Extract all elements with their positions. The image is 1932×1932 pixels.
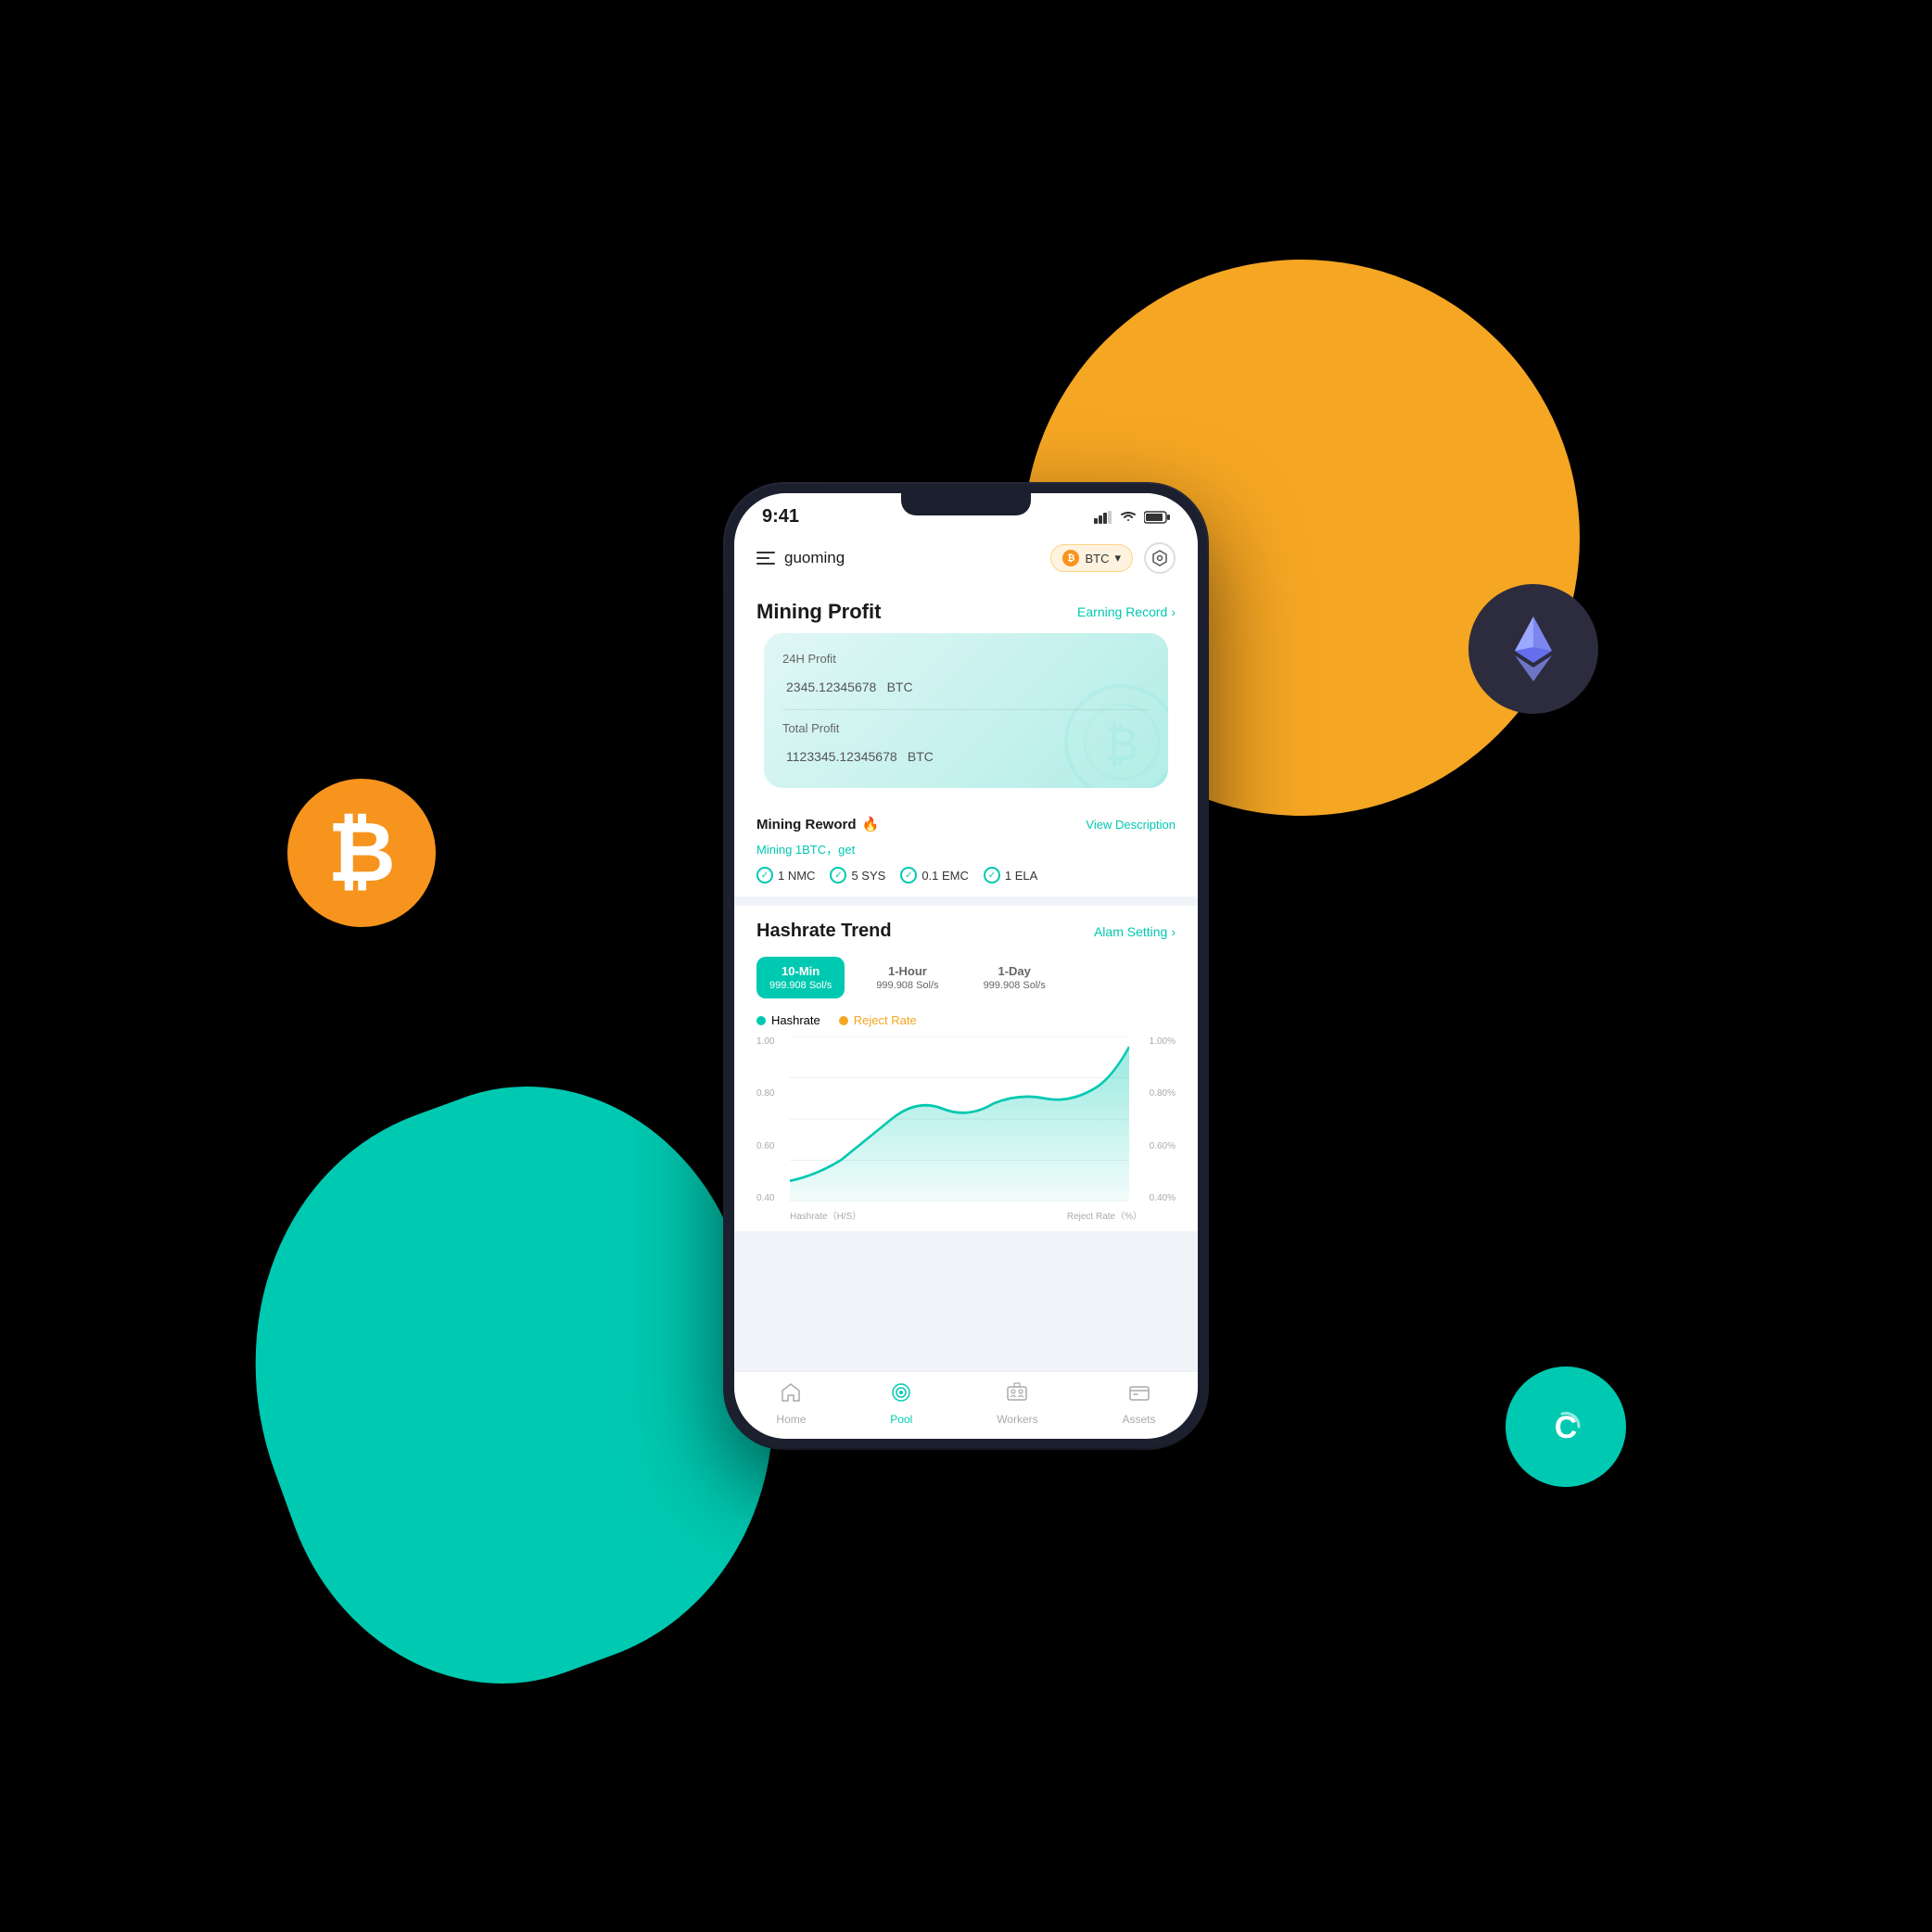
menu-icon[interactable] [756,552,775,565]
reward-ela-label: 1 ELA [1005,869,1037,883]
app-header: guoming ₿ BTC ▾ [734,533,1198,585]
tab-1day[interactable]: 1-Day 999.908 Sol/s [971,957,1059,998]
username-label: guoming [784,549,845,567]
c-icon-svg: C [1538,1399,1594,1455]
chart-area: 1.00 0.80 0.60 0.40 1.00% 0.80% 0.60% 0.… [756,1036,1176,1222]
status-icons [1094,511,1170,524]
signal-icon [1094,511,1112,524]
currency-badge[interactable]: ₿ BTC ▾ [1050,544,1133,572]
reward-item-sys: ✓ 5 SYS [830,867,885,883]
section-separator [734,896,1198,906]
header-left: guoming [756,549,845,567]
legend-reject-rate: Reject Rate [839,1013,917,1027]
legend-reject-rate-dot [839,1016,848,1025]
earning-record-label: Earning Record [1077,604,1167,619]
ethereum-coin [1468,584,1598,714]
hashrate-area [790,1047,1129,1201]
nav-workers[interactable]: Workers [997,1381,1037,1426]
bottom-nav: Home Pool [734,1371,1198,1439]
check-icon-sys: ✓ [830,867,846,883]
alarm-setting-label: Alam Setting [1094,924,1167,939]
reward-section: Mining Reword 🔥 View Description Mining … [734,803,1198,896]
reward-nmc-label: 1 NMC [778,869,815,883]
pool-icon [890,1381,912,1409]
profit-24h-label: 24H Profit [782,652,1150,666]
bitcoin-symbol: ₿ [327,806,395,901]
btc-dot-icon: ₿ [1062,550,1079,566]
hexagon-settings-icon [1151,550,1168,566]
reward-item-ela: ✓ 1 ELA [984,867,1037,883]
reward-subtitle: Mining 1BTC，get [756,840,1176,858]
workers-icon [1006,1381,1028,1409]
view-description-link[interactable]: View Description [1086,818,1176,832]
tab-10min-value: 999.908 Sol/s [769,980,832,991]
alarm-setting-chevron: › [1171,924,1176,939]
chart-y-axis-right: 1.00% 0.80% 0.60% 0.40% [1150,1036,1176,1222]
phone: 9:41 [725,484,1207,1448]
legend-hashrate-dot [756,1016,766,1025]
profit-card-bg-icon: ₿ [1057,677,1168,788]
assets-icon [1128,1381,1150,1409]
check-icon-ela: ✓ [984,867,1000,883]
hashrate-header: Hashrate Trend Alam Setting › [756,921,1176,942]
chart-svg [790,1036,1129,1201]
reward-items: ✓ 1 NMC ✓ 5 SYS ✓ 0.1 EMC ✓ [756,867,1176,883]
reward-header: Mining Reword 🔥 View Description [756,816,1176,833]
wifi-icon [1120,511,1137,524]
ethereum-icon [1506,612,1561,686]
tab-1hour-label: 1-Hour [876,964,938,978]
hashrate-section: Hashrate Trend Alam Setting › 10-Min 999… [734,906,1198,1222]
tab-1day-value: 999.908 Sol/s [984,980,1046,991]
header-right: ₿ BTC ▾ [1050,542,1176,574]
tab-10min-label: 10-Min [769,964,832,978]
scroll-content[interactable]: Mining Profit Earning Record › ₿ [734,585,1198,1371]
status-time: 9:41 [762,506,799,527]
nav-home-label: Home [776,1413,806,1426]
home-icon [780,1381,802,1409]
currency-chevron: ▾ [1114,551,1121,566]
nav-pool-label: Pool [890,1413,912,1426]
tab-10min[interactable]: 10-Min 999.908 Sol/s [756,957,845,998]
reward-item-nmc: ✓ 1 NMC [756,867,815,883]
reward-emc-label: 0.1 EMC [922,869,969,883]
settings-button[interactable] [1144,542,1176,574]
earning-record-chevron: › [1171,604,1176,619]
nav-assets-label: Assets [1123,1413,1156,1426]
chart-y-axis-left: 1.00 0.80 0.60 0.40 [756,1036,774,1222]
currency-label: BTC [1085,552,1109,566]
battery-icon [1144,511,1170,524]
fire-emoji: 🔥 [862,816,880,833]
nav-home[interactable]: Home [776,1381,806,1426]
chart-x-label-reject: Reject Rate（%） [1067,1208,1142,1222]
mining-profit-title: Mining Profit [756,600,881,624]
legend-reject-rate-label: Reject Rate [854,1013,917,1027]
bitcoin-coin: ₿ [287,779,436,927]
phone-screen: 9:41 [734,493,1198,1439]
chart-legend: Hashrate Reject Rate [756,1013,1176,1027]
chart-x-label-hashrate: Hashrate（H/S） [790,1208,861,1222]
c-brand-icon: C [1506,1366,1626,1487]
tab-1day-label: 1-Day [984,964,1046,978]
reward-title: Mining Reword 🔥 [756,816,879,833]
tab-1hour[interactable]: 1-Hour 999.908 Sol/s [863,957,951,998]
phone-wrapper: 9:41 [725,484,1207,1448]
profit-card: ₿ 24H Profit 2345.12345678 BTC Total Pro… [764,633,1168,788]
reward-sys-label: 5 SYS [851,869,885,883]
tab-1hour-value: 999.908 Sol/s [876,980,938,991]
alarm-setting-link[interactable]: Alam Setting › [1094,924,1176,939]
mining-profit-header: Mining Profit Earning Record › [734,585,1198,633]
legend-hashrate-label: Hashrate [771,1013,820,1027]
time-tabs: 10-Min 999.908 Sol/s 1-Hour 999.908 Sol/… [756,957,1176,998]
nav-assets[interactable]: Assets [1123,1381,1156,1426]
nav-pool[interactable]: Pool [890,1381,912,1426]
notch [901,493,1031,515]
hashrate-title: Hashrate Trend [756,921,892,942]
svg-text:₿: ₿ [1104,718,1138,770]
check-icon-emc: ✓ [900,867,917,883]
legend-hashrate: Hashrate [756,1013,820,1027]
reward-item-emc: ✓ 0.1 EMC [900,867,969,883]
check-icon-nmc: ✓ [756,867,773,883]
nav-workers-label: Workers [997,1413,1037,1426]
earning-record-link[interactable]: Earning Record › [1077,604,1176,619]
